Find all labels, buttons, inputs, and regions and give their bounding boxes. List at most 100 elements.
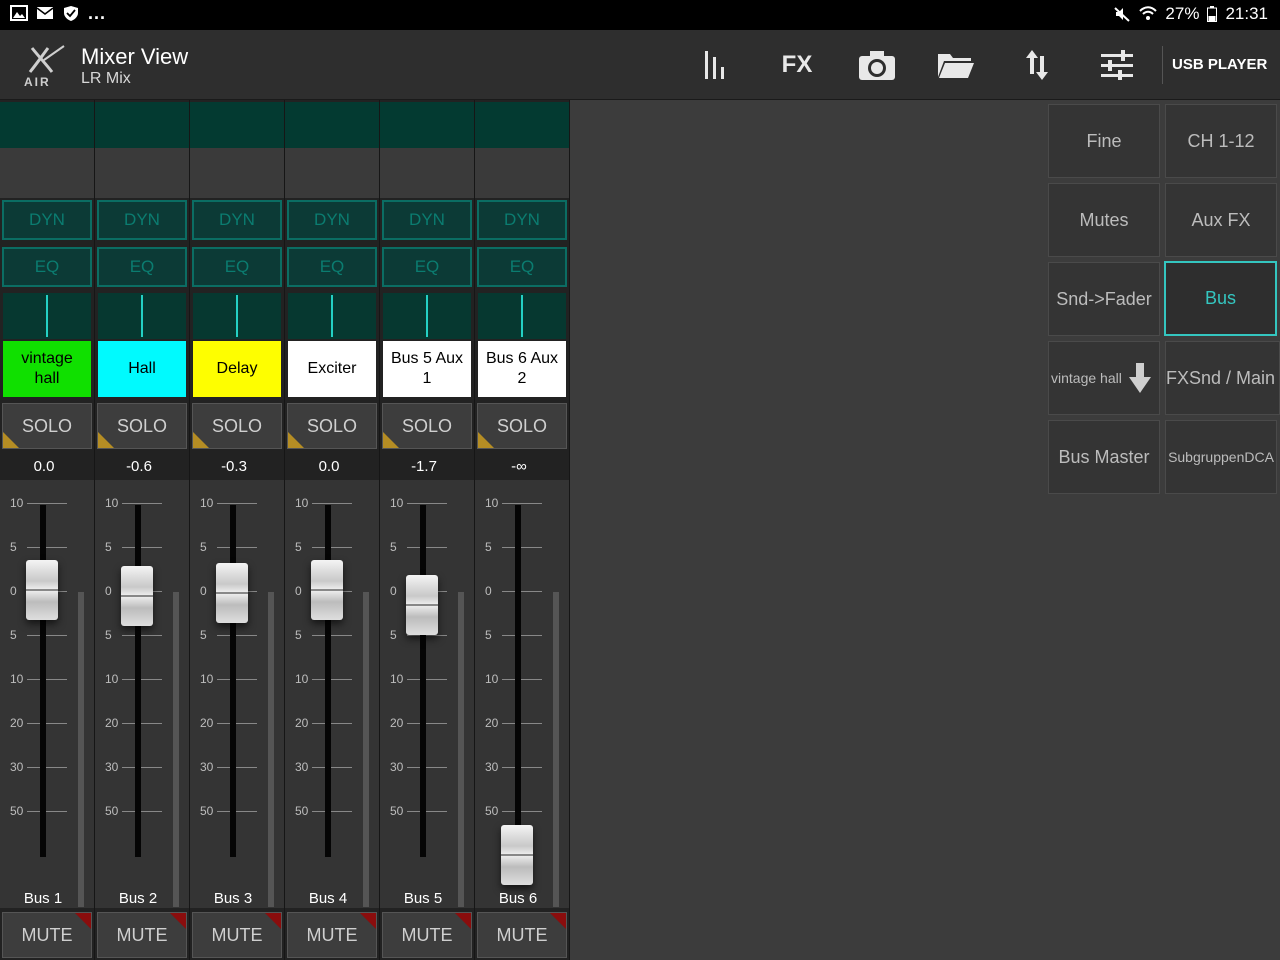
strip-spacer bbox=[190, 148, 285, 198]
dyn-button[interactable]: DYN bbox=[477, 200, 567, 240]
fader-knob-line bbox=[501, 854, 533, 856]
pan-control[interactable] bbox=[3, 293, 91, 339]
snapshot-button[interactable] bbox=[849, 44, 905, 86]
eq-button[interactable]: EQ bbox=[477, 247, 567, 287]
bus-label: Bus 6 bbox=[498, 890, 538, 907]
solo-button[interactable]: SOLO bbox=[192, 403, 282, 449]
pan-control[interactable] bbox=[193, 293, 281, 339]
app-root: ... 27% 21:31 AIR Mixer View LR Mix FX U… bbox=[0, 0, 1280, 960]
output-meter bbox=[190, 102, 285, 148]
fader-scale-tick bbox=[312, 503, 352, 504]
aux-fx-button[interactable]: Aux FX bbox=[1165, 183, 1277, 257]
fader-scale-tick bbox=[27, 767, 67, 768]
send-on-fader-button[interactable]: Snd->Fader bbox=[1048, 262, 1160, 336]
mute-corner-marker bbox=[75, 913, 91, 929]
fader-knob[interactable] bbox=[121, 566, 153, 626]
bus-button[interactable]: Bus bbox=[1164, 261, 1277, 336]
subgruppen-dca-button[interactable]: SubgruppenDCA bbox=[1165, 420, 1277, 494]
fx-button[interactable]: FX bbox=[769, 44, 825, 86]
fader-knob-line bbox=[406, 604, 438, 606]
fxsnd-main-button[interactable]: FXSnd / Main bbox=[1165, 341, 1280, 415]
bus-master-button[interactable]: Bus Master bbox=[1048, 420, 1160, 494]
xair-logo: AIR bbox=[24, 45, 65, 88]
channel-name[interactable]: Bus 5 Aux 1 bbox=[383, 341, 471, 397]
eq-button[interactable]: EQ bbox=[2, 247, 92, 287]
channel-name[interactable]: vintage hall bbox=[3, 341, 91, 397]
fader-scale-tick bbox=[217, 503, 257, 504]
solo-label: SOLO bbox=[211, 415, 263, 436]
vintage-hall-label: vintage hall bbox=[1051, 370, 1122, 386]
channel-name[interactable]: Exciter bbox=[288, 341, 376, 397]
mute-button[interactable]: MUTE bbox=[382, 912, 472, 958]
fine-button[interactable]: Fine bbox=[1048, 104, 1160, 178]
fader-track bbox=[40, 505, 46, 857]
fader-knob-line bbox=[121, 595, 153, 597]
mute-corner-marker bbox=[170, 913, 186, 929]
mute-button[interactable]: MUTE bbox=[477, 912, 567, 958]
bus-label: Bus 5 bbox=[403, 890, 443, 907]
setup-button[interactable] bbox=[1089, 44, 1145, 86]
solo-button[interactable]: SOLO bbox=[287, 403, 377, 449]
fader-scale-tick bbox=[27, 635, 67, 636]
output-meter bbox=[285, 102, 380, 148]
fader-scale-tick bbox=[122, 547, 162, 548]
fader-knob[interactable] bbox=[406, 575, 438, 635]
dyn-button[interactable]: DYN bbox=[287, 200, 377, 240]
ch-1-12-button[interactable]: CH 1-12 bbox=[1165, 104, 1277, 178]
mute-button[interactable]: MUTE bbox=[287, 912, 377, 958]
pan-control[interactable] bbox=[288, 293, 376, 339]
pan-control[interactable] bbox=[98, 293, 186, 339]
fader-knob[interactable] bbox=[216, 563, 248, 623]
solo-button[interactable]: SOLO bbox=[97, 403, 187, 449]
pan-control[interactable] bbox=[478, 293, 566, 339]
channel-name[interactable]: Delay bbox=[193, 341, 281, 397]
dyn-button[interactable]: DYN bbox=[97, 200, 187, 240]
solo-label: SOLO bbox=[116, 415, 168, 436]
dyn-button[interactable]: DYN bbox=[192, 200, 282, 240]
wifi-icon bbox=[1139, 6, 1158, 20]
solo-button[interactable]: SOLO bbox=[382, 403, 472, 449]
clock: 21:31 bbox=[1225, 4, 1268, 23]
solo-button[interactable]: SOLO bbox=[2, 403, 92, 449]
dyn-button[interactable]: DYN bbox=[2, 200, 92, 240]
fader-scale-tick bbox=[502, 591, 542, 592]
eq-button[interactable]: EQ bbox=[382, 247, 472, 287]
eq-button[interactable]: EQ bbox=[192, 247, 282, 287]
usb-player-button[interactable]: USB PLAYER bbox=[1172, 56, 1267, 73]
pan-control[interactable] bbox=[383, 293, 471, 339]
sync-button[interactable] bbox=[1009, 44, 1065, 86]
fader-knob[interactable] bbox=[26, 560, 58, 620]
solo-corner-marker bbox=[288, 432, 304, 448]
fader-scale-tick bbox=[502, 811, 542, 812]
fader-value: -0.3 bbox=[221, 458, 247, 475]
channel-name[interactable]: Hall bbox=[98, 341, 186, 397]
fader-knob-line bbox=[216, 592, 248, 594]
fader-knob[interactable] bbox=[501, 825, 533, 885]
vintage-hall-button[interactable]: vintage hall bbox=[1048, 341, 1160, 415]
meters-button[interactable] bbox=[688, 44, 744, 86]
level-meter bbox=[78, 592, 84, 907]
mute-button[interactable]: MUTE bbox=[2, 912, 92, 958]
fader-scale-tick bbox=[312, 811, 352, 812]
fader-knob[interactable] bbox=[311, 560, 343, 620]
dyn-button[interactable]: DYN bbox=[382, 200, 472, 240]
channel-name-line2: 2 bbox=[517, 370, 527, 387]
mute-button[interactable]: MUTE bbox=[97, 912, 187, 958]
channel-name-line2: hall bbox=[34, 370, 60, 387]
mute-button[interactable]: MUTE bbox=[192, 912, 282, 958]
mute-label: MUTE bbox=[116, 924, 168, 945]
channel-name[interactable]: Bus 6 Aux 2 bbox=[478, 341, 566, 397]
mutes-button[interactable]: Mutes bbox=[1048, 183, 1160, 257]
solo-button[interactable]: SOLO bbox=[477, 403, 567, 449]
eq-button[interactable]: EQ bbox=[287, 247, 377, 287]
load-button[interactable] bbox=[928, 44, 984, 86]
fader-scale-tick bbox=[27, 723, 67, 724]
fader-scale-tick bbox=[122, 635, 162, 636]
fader-knob-line bbox=[26, 589, 58, 591]
solo-label: SOLO bbox=[401, 415, 453, 436]
solo-corner-marker bbox=[98, 432, 114, 448]
bus-label: Bus 2 bbox=[118, 890, 158, 907]
channel-name-line1: Delay bbox=[216, 360, 258, 377]
fader-scale-tick bbox=[502, 547, 542, 548]
eq-button[interactable]: EQ bbox=[97, 247, 187, 287]
